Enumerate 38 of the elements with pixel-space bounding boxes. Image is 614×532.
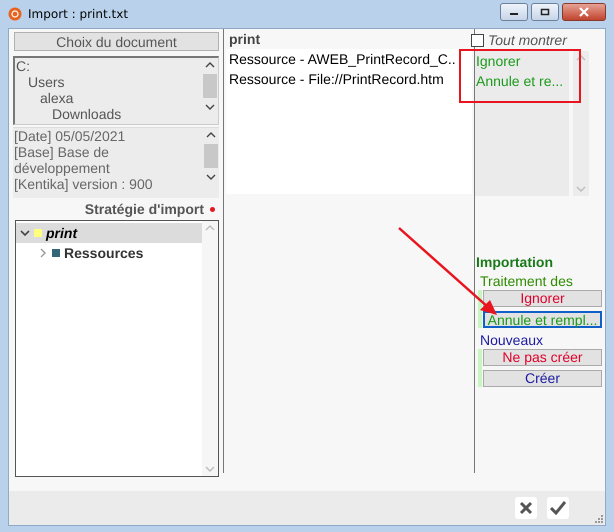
importation-title: Importation: [476, 253, 554, 272]
status-dot-icon: [210, 206, 215, 212]
chevron-right-icon[interactable]: [38, 248, 48, 258]
option-button[interactable]: Ne pas créer: [483, 349, 602, 366]
resource-item[interactable]: Ressource - File://PrintRecord.htm: [229, 69, 472, 89]
resource-item[interactable]: Ressource - AWEB_PrintRecord_C..: [229, 49, 472, 69]
folder-item[interactable]: Downloads: [16, 106, 202, 122]
group-label: Traitement des: [479, 272, 574, 290]
window-title: Import : print.txt: [28, 7, 128, 21]
folder-list[interactable]: C: Users alexa Downloads: [13, 56, 219, 125]
tree-item[interactable]: print: [16, 223, 202, 243]
confirm-button[interactable]: [547, 497, 569, 519]
folder-item[interactable]: C:: [16, 58, 202, 74]
maximize-icon: [540, 8, 550, 16]
folder-item[interactable]: Users: [16, 74, 202, 90]
info-line: [Kentika] version : 900: [14, 176, 154, 192]
info-line: [Date] 05/05/2021: [14, 128, 126, 144]
choose-document-button[interactable]: Choix du document: [14, 32, 219, 51]
cross-icon: [519, 501, 533, 515]
list-header: print: [226, 29, 474, 49]
group-label: Nouveaux: [479, 331, 544, 349]
resize-grip-icon[interactable]: [593, 513, 603, 523]
chevron-down-icon[interactable]: [20, 228, 30, 238]
info-line: [Base] Base de développement: [14, 144, 111, 176]
close-button[interactable]: [562, 3, 606, 21]
minimize-button[interactable]: [500, 3, 528, 21]
tree-item[interactable]: Ressources: [16, 243, 202, 263]
cancel-button[interactable]: [515, 497, 537, 519]
option-button[interactable]: Ignorer: [483, 290, 602, 307]
folder-item[interactable]: alexa: [16, 90, 202, 106]
checkbox[interactable]: [471, 34, 484, 46]
maximize-button[interactable]: [531, 3, 559, 21]
show-all-label: Tout montrer: [488, 32, 567, 48]
checkmark-icon: [550, 501, 566, 515]
option-button[interactable]: Créer: [483, 370, 602, 387]
app-logo-icon: [8, 7, 22, 21]
close-icon: [578, 7, 590, 17]
strategy-label: Stratégie d'import: [84, 201, 204, 217]
